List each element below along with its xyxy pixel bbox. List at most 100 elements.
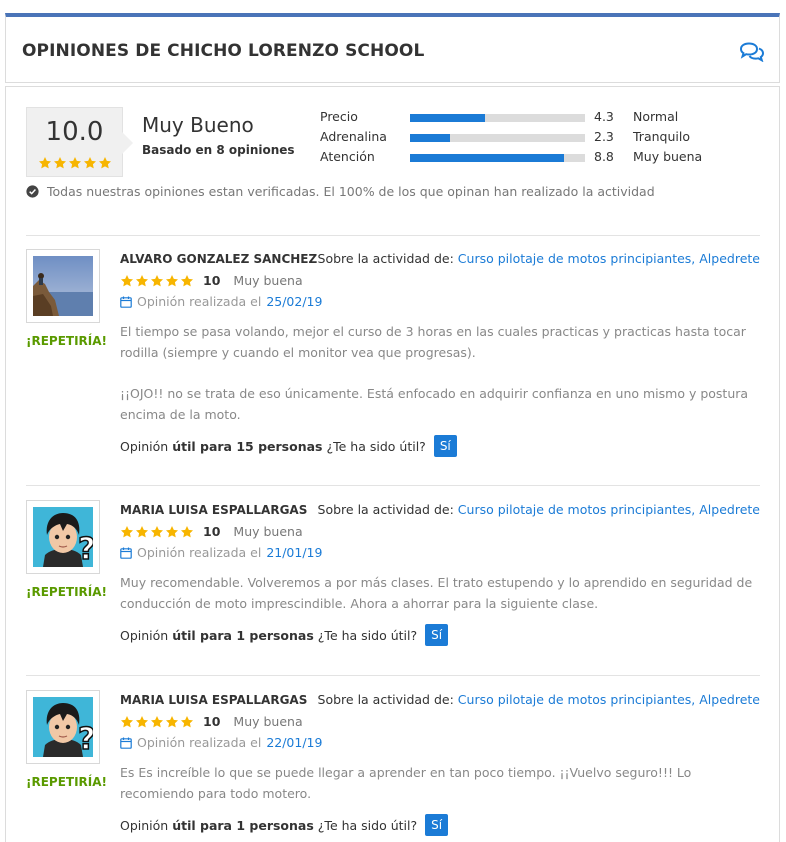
- calendar-icon: [120, 737, 132, 749]
- review-text: Es Es increíble lo que se puede llegar a…: [120, 765, 692, 801]
- svg-text:?: ?: [78, 722, 93, 757]
- category-value: 2.3: [594, 129, 614, 144]
- comments-icon[interactable]: [739, 42, 765, 62]
- verified-notice: Todas nuestras opiniones estan verificad…: [26, 184, 655, 199]
- helpful-question: ¿Te ha sido útil?: [317, 627, 418, 643]
- avatar: ?: [26, 690, 100, 764]
- reviewer-name: ALVARO GONZALEZ SANCHEZ: [120, 252, 318, 266]
- review-date: Opinión realizada el 21/01/19: [120, 545, 322, 560]
- category-bar: [410, 114, 585, 122]
- star-icon: [83, 156, 97, 170]
- activity-link[interactable]: Curso pilotaje de motos principiantes, A…: [458, 692, 760, 707]
- cartoon-avatar-icon: ?: [33, 507, 93, 567]
- avatar: ?: [26, 500, 100, 574]
- date-label: Opinión realizada el: [137, 294, 262, 309]
- category-ratings: Precio 4.3 Normal Adrenalina 2.3 Tranqui…: [320, 109, 760, 169]
- date-value: 22/01/19: [266, 735, 323, 750]
- category-row: Adrenalina 2.3 Tranquilo: [320, 129, 760, 149]
- avatar: [26, 249, 100, 323]
- category-name: Precio: [320, 109, 358, 124]
- review-date: Opinión realizada el 22/01/19: [120, 735, 322, 750]
- star-icon: [165, 274, 179, 288]
- helpful-question: ¿Te ha sido útil?: [326, 438, 426, 454]
- review-score-word: Muy buena: [233, 273, 303, 288]
- cartoon-avatar-icon: ?: [33, 697, 93, 757]
- star-icon: [98, 156, 112, 170]
- overall-score-box: 10.0: [26, 107, 133, 177]
- date-label: Opinión realizada el: [137, 735, 262, 750]
- star-icon: [38, 156, 52, 170]
- star-icon: [180, 525, 194, 539]
- review-score: 10: [203, 524, 221, 539]
- star-icon: [165, 715, 179, 729]
- photo-avatar-icon: [33, 256, 93, 316]
- helpful-yes-button[interactable]: Sí: [425, 624, 449, 646]
- review-rating: 10 Muy buena: [120, 714, 303, 729]
- review-score: 10: [203, 273, 221, 288]
- category-bar-fill: [410, 114, 486, 122]
- review-date: Opinión realizada el 25/02/19: [120, 294, 322, 309]
- repeat-badge: ¡REPETIRÍA!: [26, 775, 108, 789]
- star-icon: [120, 715, 134, 729]
- divider: [26, 235, 760, 236]
- activity-info: Sobre la actividad de: Curso pilotaje de…: [318, 502, 760, 517]
- helpful-yes-button[interactable]: Sí: [425, 814, 449, 836]
- star-icon: [135, 715, 149, 729]
- page-title: OPINIONES DE CHICHO LORENZO SCHOOL: [22, 41, 425, 61]
- helpful-count: útil para 15 personas: [172, 438, 323, 454]
- helpful-prefix: Opinión: [120, 817, 169, 833]
- activity-link[interactable]: Curso pilotaje de motos principiantes, A…: [458, 251, 760, 266]
- review-rating: 10 Muy buena: [120, 273, 303, 288]
- calendar-icon: [120, 547, 132, 559]
- helpful-count: útil para 1 personas: [172, 627, 314, 643]
- date-value: 25/02/19: [266, 294, 323, 309]
- star-icon: [150, 525, 164, 539]
- svg-text:?: ?: [78, 532, 93, 567]
- activity-label: Sobre la actividad de:: [317, 502, 454, 517]
- reviews-panel: 10.0 Muy Bueno Basado en 8 opiniones Pre…: [5, 86, 780, 842]
- verified-text: Todas nuestras opiniones estan verificad…: [47, 184, 655, 199]
- helpful-row: Opinión útil para 1 personas ¿Te ha sido…: [120, 814, 449, 836]
- review-item: ? ¡REPETIRÍA! MARIA LUISA ESPALLARGAS So…: [26, 690, 760, 842]
- category-bar-fill: [410, 154, 564, 162]
- star-icon: [120, 274, 134, 288]
- star-icon: [150, 274, 164, 288]
- review-count: Basado en 8 opiniones: [142, 143, 295, 157]
- overall-label: Muy Bueno: [142, 113, 254, 137]
- star-icon: [68, 156, 82, 170]
- category-value: 4.3: [594, 109, 614, 124]
- helpful-yes-button[interactable]: Sí: [433, 435, 457, 457]
- reviewer-name: MARIA LUISA ESPALLARGAS: [120, 503, 308, 517]
- activity-link[interactable]: Curso pilotaje de motos principiantes, A…: [458, 502, 760, 517]
- overall-score: 10.0: [45, 117, 104, 147]
- category-row: Atención 8.8 Muy buena: [320, 149, 760, 169]
- helpful-prefix: Opinión: [120, 627, 169, 643]
- category-bar-fill: [410, 134, 451, 142]
- category-name: Adrenalina: [320, 129, 387, 144]
- check-circle-icon: [26, 185, 39, 198]
- repeat-badge: ¡REPETIRÍA!: [26, 334, 108, 348]
- review-score: 10: [203, 714, 221, 729]
- star-icon: [120, 525, 134, 539]
- category-bar: [410, 154, 585, 162]
- reviewer-name: MARIA LUISA ESPALLARGAS: [120, 693, 308, 707]
- star-icon: [180, 715, 194, 729]
- review-score-word: Muy buena: [233, 714, 303, 729]
- category-bar: [410, 134, 585, 142]
- date-value: 21/01/19: [266, 545, 323, 560]
- activity-label: Sobre la actividad de:: [317, 692, 454, 707]
- star-icon: [53, 156, 67, 170]
- divider: [26, 675, 760, 676]
- category-name: Atención: [320, 149, 375, 164]
- review-score-word: Muy buena: [233, 524, 303, 539]
- helpful-count: útil para 1 personas: [172, 817, 314, 833]
- activity-info: Sobre la actividad de: Curso pilotaje de…: [318, 692, 760, 707]
- activity-label: Sobre la actividad de:: [317, 251, 454, 266]
- helpful-row: Opinión útil para 15 personas ¿Te ha sid…: [120, 435, 457, 457]
- calendar-icon: [120, 296, 132, 308]
- review-text: El tiempo se pasa volando, mejor el curs…: [120, 324, 746, 360]
- reviews-header: OPINIONES DE CHICHO LORENZO SCHOOL: [5, 13, 780, 83]
- repeat-badge: ¡REPETIRÍA!: [26, 585, 108, 599]
- star-icon: [165, 525, 179, 539]
- star-icon: [150, 715, 164, 729]
